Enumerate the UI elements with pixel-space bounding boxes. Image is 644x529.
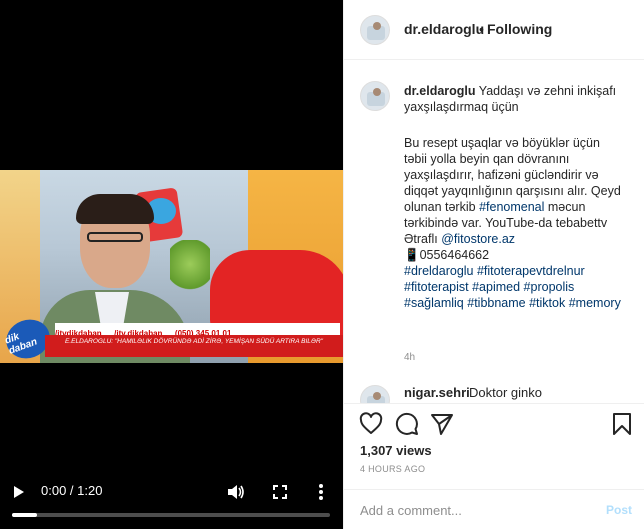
caption-text: dr.eldaroglu Yaddaşı və zehni inkişafı y…: [404, 83, 626, 311]
post-header: dr.eldaroglu • Following: [344, 0, 644, 60]
volume-icon[interactable]: [227, 484, 245, 500]
mention-link[interactable]: @fitostore.az: [441, 232, 515, 246]
fullscreen-icon[interactable]: [273, 485, 287, 499]
post-button[interactable]: Post: [606, 503, 632, 517]
video-progress-bar[interactable]: [12, 513, 330, 517]
caption-phone: 📱0556464662: [404, 248, 490, 262]
hashtag-link[interactable]: #propolis: [524, 280, 575, 294]
video-progress-fill: [12, 513, 38, 517]
caption-avatar[interactable]: [360, 81, 390, 111]
post-actions: 1,307 views 4 HOURS AGO: [344, 403, 644, 489]
video-time: 0:00 / 1:20: [41, 483, 103, 498]
caption-area: dr.eldaroglu Yaddaşı və zehni inkişafı y…: [344, 61, 644, 381]
hashtag-link[interactable]: #fitoterapevtdrelnur: [477, 264, 585, 278]
caption-username[interactable]: dr.eldaroglu: [404, 84, 476, 98]
hashtag-link[interactable]: #sağlamliq: [404, 296, 464, 310]
comment-input[interactable]: [360, 500, 590, 520]
comment-icon[interactable]: [395, 412, 419, 436]
video-frame[interactable]: dik daban /itvdikdaban /itv.dikdaban (05…: [0, 170, 343, 363]
banner-caption: E.ELDAROGLU: "HAMILƏLIK DÖVRÜNDƏ ADİ ZİR…: [45, 335, 343, 357]
following-button[interactable]: Following: [487, 21, 552, 37]
video-controls: 0:00 / 1:20: [0, 478, 343, 506]
hashtag-link[interactable]: #apimed: [472, 280, 520, 294]
view-count[interactable]: 1,307 views: [360, 443, 432, 458]
heart-icon[interactable]: [359, 412, 383, 436]
comment-avatar[interactable]: [360, 385, 390, 403]
play-icon[interactable]: [14, 486, 24, 498]
share-icon[interactable]: [430, 412, 454, 436]
caption-more-info: Ətraflı: [404, 232, 438, 246]
bookmark-icon[interactable]: [610, 412, 634, 436]
comment-text: Doktor ginko: [469, 385, 542, 400]
hashtag-link[interactable]: #memory: [569, 296, 621, 310]
studio-plant: [170, 240, 210, 300]
separator-dot: •: [479, 21, 484, 37]
avatar[interactable]: [360, 15, 390, 45]
hashtag-link[interactable]: #fenomenal: [479, 200, 544, 214]
post-sidebar: dr.eldaroglu • Following dr.eldaroglu Ya…: [343, 0, 644, 529]
hashtag-link[interactable]: #tibbname: [467, 296, 525, 310]
header-username[interactable]: dr.eldaroglu: [404, 21, 484, 37]
more-options-icon[interactable]: [318, 483, 324, 501]
comment-item: nigar.sehri Doktor ginko: [344, 381, 644, 403]
post-timestamp: 4 HOURS AGO: [360, 464, 426, 474]
person-glasses: [87, 232, 143, 242]
hashtag-link[interactable]: #tiktok: [529, 296, 565, 310]
caption-timestamp: 4h: [404, 352, 416, 363]
person-hair: [76, 194, 154, 224]
hashtag-link[interactable]: #dreldaroglu: [404, 264, 474, 278]
banner-social: /itvdikdaban /itv.dikdaban (050) 345 01 …: [55, 323, 340, 338]
video-player[interactable]: dik daban /itvdikdaban /itv.dikdaban (05…: [0, 0, 343, 529]
comment-username[interactable]: nigar.sehri: [404, 385, 470, 400]
comment-box: Post: [344, 489, 644, 529]
hashtag-link[interactable]: #fitoterapist: [404, 280, 469, 294]
